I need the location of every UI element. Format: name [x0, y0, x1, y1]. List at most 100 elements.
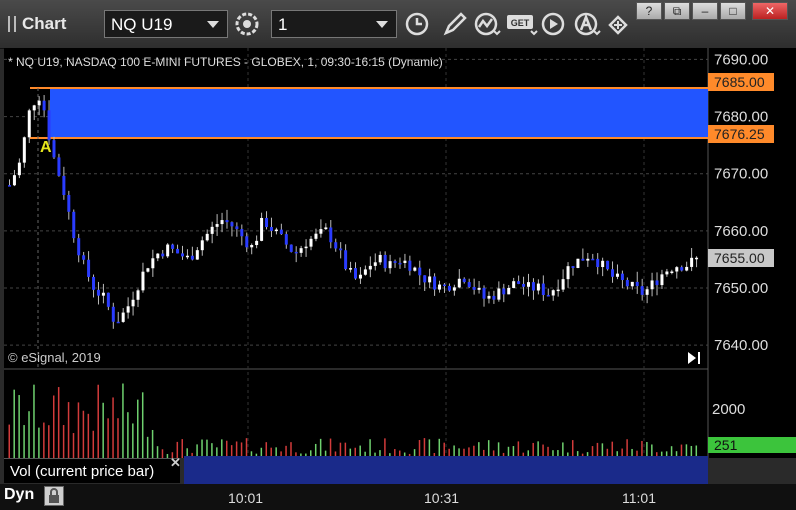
candle-body: [324, 227, 328, 230]
volume-bar: [48, 425, 50, 458]
svg-text:251: 251: [714, 437, 738, 453]
volume-bar: [146, 436, 149, 458]
volume-study-label[interactable]: Vol (current price bar): [4, 458, 180, 483]
volume-bar: [67, 402, 70, 458]
zone-rectangle[interactable]: [50, 88, 708, 138]
volume-bar: [72, 433, 75, 458]
get-icon[interactable]: GET: [506, 11, 538, 37]
volume-bar: [611, 441, 614, 458]
svg-text:7655.00: 7655.00: [714, 250, 765, 266]
volume-bar: [423, 438, 426, 458]
candle-body: [42, 100, 46, 111]
time-axis-label-1: 10:01: [228, 490, 264, 506]
pencil-icon[interactable]: [440, 11, 470, 37]
candle-body: [586, 258, 590, 261]
candle-body: [457, 278, 461, 288]
restore-button[interactable]: ⧉: [664, 2, 690, 20]
candle-body: [131, 299, 135, 307]
volume-bar: [82, 410, 85, 458]
chevron-down-icon: [376, 21, 388, 28]
play-icon[interactable]: [538, 11, 568, 37]
maximize-button[interactable]: □: [720, 2, 746, 20]
close-button[interactable]: ✕: [752, 2, 788, 20]
clock-icon[interactable]: [402, 11, 432, 37]
volume-bar: [77, 402, 80, 458]
volume-bar: [265, 442, 268, 458]
volume-bar: [112, 397, 114, 458]
candle-body: [690, 257, 694, 267]
chart-info-line: * NQ U19, NASDAQ 100 E-MINI FUTURES - GL…: [8, 55, 443, 69]
volume-bar: [23, 425, 25, 458]
candle-body: [655, 280, 659, 286]
volume-bar: [384, 438, 386, 458]
candle-body: [220, 220, 224, 225]
candle-body: [329, 227, 333, 243]
price-axis-label: 7650.00: [714, 280, 768, 297]
volume-badge: 251: [708, 437, 796, 453]
studies-icon[interactable]: [472, 11, 502, 37]
candle-body: [161, 253, 165, 257]
candle-body: [225, 220, 229, 223]
candle-body: [265, 217, 269, 228]
settings-icon[interactable]: [232, 11, 262, 37]
interval-value: 1: [278, 15, 288, 34]
candle-body: [615, 273, 619, 277]
candle-body: [467, 282, 471, 288]
candle-body: [156, 253, 160, 259]
candle-body: [665, 271, 669, 275]
price-axis-label: 7690.00: [714, 51, 768, 68]
cursor-icon[interactable]: [604, 11, 634, 37]
candle-body: [77, 238, 81, 256]
volume-bar: [646, 441, 648, 458]
candle-body: [72, 211, 76, 239]
volume-bar: [517, 441, 520, 458]
symbol-selector[interactable]: NQ U19: [104, 10, 228, 38]
volume-bar: [537, 441, 539, 458]
candle-body: [57, 157, 61, 176]
svg-text:7676.25: 7676.25: [714, 126, 765, 142]
price-axis-label: 7640.00: [714, 337, 768, 354]
candle-body: [502, 288, 506, 295]
candle-body: [87, 259, 91, 277]
volume-bar: [38, 427, 40, 458]
volume-bar: [132, 423, 134, 458]
volume-bar: [211, 443, 213, 458]
help-button[interactable]: ?: [636, 2, 662, 20]
candle-body: [695, 257, 699, 260]
volume-bar: [151, 429, 154, 458]
candle-body: [358, 274, 362, 279]
lock-icon[interactable]: [44, 486, 64, 506]
candle-body: [319, 229, 323, 234]
candle-body: [200, 240, 204, 251]
candle-body: [428, 276, 432, 283]
candle-body: [299, 248, 303, 253]
dynamic-mode-label[interactable]: Dyn: [4, 486, 34, 504]
status-bar: [0, 484, 796, 510]
candle-body: [255, 240, 259, 246]
candle-body: [685, 266, 689, 271]
candle-body: [8, 185, 11, 187]
candle-body: [166, 244, 170, 257]
volume-label-strip: [184, 456, 708, 484]
candle-body: [635, 281, 639, 287]
candle-body: [660, 274, 664, 286]
candle-body: [561, 279, 565, 290]
candle-body: [680, 267, 684, 271]
volume-bar: [235, 441, 238, 458]
price-chart[interactable]: A * NQ U19, NASDAQ 100 E-MINI FUTURES - …: [0, 48, 796, 484]
volume-bar: [137, 399, 139, 458]
candle-body: [398, 262, 402, 265]
interval-selector[interactable]: 1: [271, 10, 397, 38]
alert-icon[interactable]: [572, 11, 602, 37]
volume-bar: [156, 446, 159, 458]
minimize-button[interactable]: –: [692, 2, 718, 20]
candle-body: [185, 255, 189, 258]
close-study-icon[interactable]: ✕: [170, 455, 181, 471]
candle-body: [620, 273, 624, 281]
volume-bar: [562, 442, 564, 458]
candle-body: [101, 292, 105, 296]
candle-body: [507, 287, 511, 295]
time-axis-label-2: 10:31: [424, 490, 460, 506]
volume-bar: [117, 418, 119, 458]
candle-body: [126, 306, 130, 313]
